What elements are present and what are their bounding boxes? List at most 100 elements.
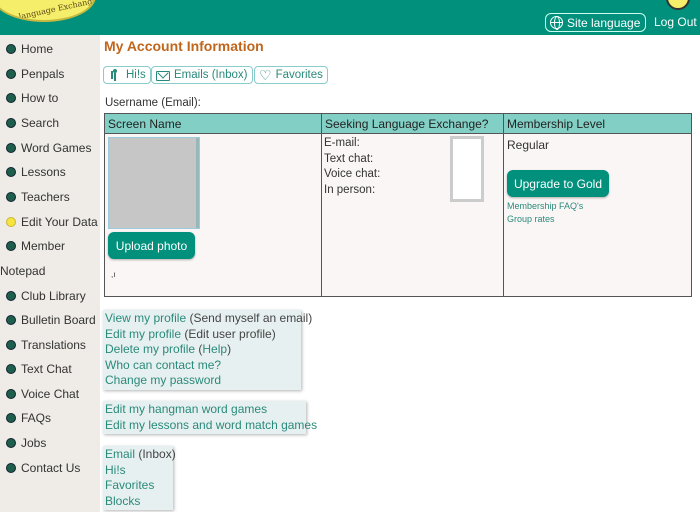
- bullet-dot-icon: [6, 192, 16, 202]
- upgrade-to-gold-button[interactable]: Upgrade to Gold: [507, 170, 609, 197]
- tab-label: Favorites: [275, 69, 323, 81]
- bullet-dot-icon: [6, 167, 16, 177]
- sidebar-item-contact-us[interactable]: Contact Us: [0, 458, 80, 478]
- sidebar-item-label: Home: [21, 42, 54, 56]
- who-can-contact-link[interactable]: Who can contact me?: [105, 358, 221, 372]
- list-item: Blocks: [105, 494, 171, 510]
- top-header: language Exchange Site language Log Out: [0, 0, 700, 35]
- list-item: Hi!s: [105, 463, 171, 479]
- edit-lessons-link[interactable]: Edit my lessons and word match games: [105, 418, 317, 432]
- change-password-link[interactable]: Change my password: [105, 373, 221, 387]
- site-logo[interactable]: language Exchange: [0, 0, 96, 22]
- help-paren-close: ): [227, 342, 232, 356]
- bullet-dot-icon: [6, 241, 16, 251]
- column-header-membership: Membership Level: [503, 113, 692, 134]
- edit-profile-link[interactable]: Edit my profile: [105, 327, 181, 341]
- view-profile-note: (Send myself an email): [186, 311, 313, 325]
- tab-label: Emails (Inbox): [174, 69, 248, 81]
- heart-icon: ♡: [259, 67, 272, 83]
- sidebar-item-label: Notepad: [0, 264, 46, 278]
- page-title: My Account Information: [104, 38, 264, 54]
- upload-photo-button[interactable]: Upload photo: [108, 232, 195, 259]
- sidebar-item-teachers[interactable]: Teachers: [0, 187, 70, 207]
- sidebar-item-label: Penpals: [21, 67, 65, 81]
- sidebar-item-lessons[interactable]: Lessons: [0, 162, 66, 182]
- sidebar-item-home[interactable]: Home: [0, 39, 53, 59]
- sidebar-item-label: Contact Us: [21, 461, 81, 475]
- favorites-link[interactable]: Favorites: [105, 478, 154, 492]
- bullet-dot-icon: [6, 340, 16, 350]
- sidebar-item-label: Edit Your Data: [21, 215, 98, 229]
- email-link[interactable]: Email: [105, 447, 135, 461]
- sidebar-item-label: Lessons: [21, 165, 66, 179]
- his-link[interactable]: Hi!s: [105, 463, 126, 477]
- sidebar-item-label: Word Games: [21, 141, 92, 155]
- profile-links-box: View my profile (Send myself an email) E…: [103, 310, 312, 390]
- group-rates-link[interactable]: Group rates: [507, 214, 555, 224]
- bullet-dot-icon: [6, 44, 16, 54]
- account-table: Screen Name Seeking Language Exchange? M…: [104, 113, 692, 297]
- sidebar-item-label: Translations: [21, 338, 86, 352]
- sidebar-item-label: FAQs: [21, 411, 52, 425]
- membership-level-value: Regular: [507, 138, 550, 152]
- sidebar-item-how-to[interactable]: How to: [0, 88, 58, 108]
- list-item: View my profile (Send myself an email): [105, 311, 312, 327]
- bullet-dot-icon: [6, 364, 16, 374]
- site-language-button[interactable]: Site language: [545, 13, 647, 32]
- bullet-dot-icon: [6, 291, 16, 301]
- edit-profile-note: (Edit user profile): [181, 326, 276, 341]
- sidebar: Home Penpals How to Search Word Games Le…: [0, 35, 100, 512]
- list-item: Email (Inbox): [105, 447, 176, 463]
- membership-cell: Regular Upgrade to Gold Membership FAQ's…: [503, 133, 692, 297]
- list-item: Favorites: [105, 478, 171, 494]
- sidebar-item-club-library[interactable]: Club Library: [0, 286, 86, 306]
- seeking-voice-chat-label: Voice chat:: [324, 168, 381, 180]
- sidebar-item-faqs[interactable]: FAQs: [0, 408, 51, 428]
- sidebar-item-search[interactable]: Search: [0, 113, 59, 133]
- avatar[interactable]: [666, 0, 690, 10]
- sidebar-item-member[interactable]: Member: [0, 236, 65, 256]
- membership-faq-link[interactable]: Membership FAQ's: [507, 201, 583, 211]
- globe-icon: [550, 16, 563, 30]
- tab-his[interactable]: Hi!s: [103, 66, 151, 84]
- list-item: Edit my profile (Edit user profile): [105, 327, 299, 343]
- seeking-email-label: E-mail:: [324, 137, 360, 149]
- sidebar-item-word-games[interactable]: Word Games: [0, 138, 91, 158]
- sidebar-item-edit-your-data[interactable]: Edit Your Data: [0, 212, 98, 232]
- blocks-link[interactable]: Blocks: [105, 494, 140, 508]
- mail-icon: [156, 70, 170, 81]
- list-item: Change my password: [105, 373, 299, 389]
- sidebar-item-label: Search: [21, 116, 60, 130]
- sidebar-item-voice-chat[interactable]: Voice Chat: [0, 384, 79, 404]
- sidebar-item-jobs[interactable]: Jobs: [0, 433, 46, 453]
- seeking-cell: E-mail: Text chat: Voice chat: In person…: [321, 133, 504, 297]
- view-profile-link[interactable]: View my profile: [105, 311, 186, 325]
- tab-label: Hi!s: [126, 69, 146, 81]
- sidebar-item-label: Voice Chat: [21, 387, 80, 401]
- bullet-dot-icon: [6, 463, 16, 473]
- profile-photo[interactable]: [108, 137, 200, 229]
- seeking-list: E-mail: Text chat: Voice chat: In person…: [324, 136, 380, 198]
- sidebar-item-notepad[interactable]: Notepad: [0, 261, 45, 281]
- delete-profile-link[interactable]: Delete my profile: [105, 342, 195, 356]
- bullet-dot-icon: [6, 315, 16, 325]
- bullet-dot-active-icon: [6, 217, 16, 227]
- sidebar-item-translations[interactable]: Translations: [0, 335, 86, 355]
- logout-link[interactable]: Log Out: [654, 15, 697, 29]
- bullet-dot-icon: [6, 143, 16, 153]
- bullet-dot-icon: [6, 69, 16, 79]
- game-links-box: Edit my hangman word games Edit my lesso…: [103, 401, 317, 434]
- mail-links-box: Email (Inbox) Hi!s Favorites Blocks: [103, 446, 176, 510]
- edit-hangman-link[interactable]: Edit my hangman word games: [105, 402, 267, 416]
- bullet-dot-icon: [6, 413, 16, 423]
- list-item: Edit my hangman word games: [105, 402, 304, 418]
- tab-emails-inbox[interactable]: Emails (Inbox): [151, 66, 253, 84]
- sidebar-item-penpals[interactable]: Penpals: [0, 64, 64, 84]
- sidebar-item-label: How to: [21, 91, 59, 105]
- sidebar-item-bulletin-board[interactable]: Bulletin Board: [0, 310, 96, 330]
- sidebar-item-label: Text Chat: [21, 362, 72, 376]
- tab-favorites[interactable]: ♡ Favorites: [254, 66, 328, 84]
- sidebar-item-text-chat[interactable]: Text Chat: [0, 359, 72, 379]
- sidebar-item-label: Jobs: [21, 436, 47, 450]
- delete-help-link[interactable]: Help: [202, 342, 227, 356]
